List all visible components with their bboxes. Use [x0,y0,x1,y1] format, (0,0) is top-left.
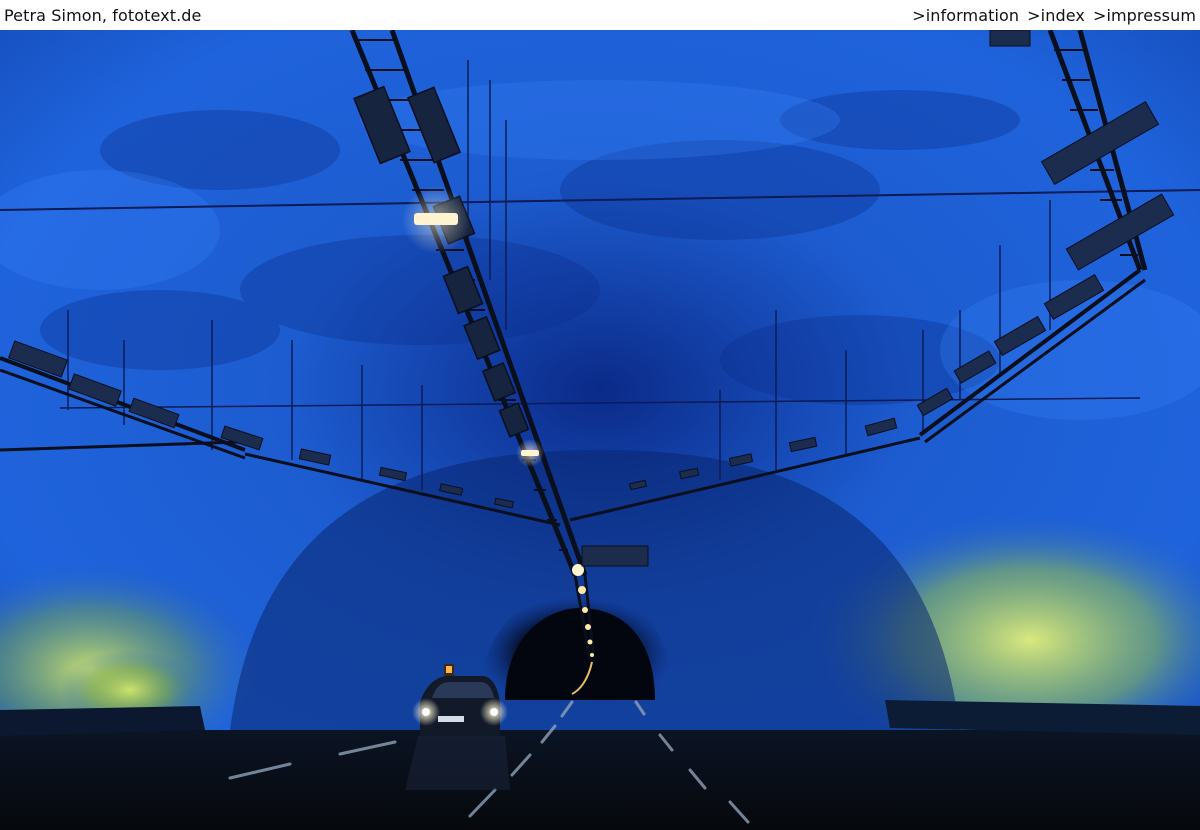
nav-link-impressum[interactable]: >impressum [1093,6,1196,25]
nav-link-information[interactable]: >information [912,6,1019,25]
site-title[interactable]: Petra Simon, fototext.de [4,6,202,25]
main-photo[interactable] [0,30,1200,830]
main-nav: >information >index >impressum [912,6,1196,25]
nav-link-index[interactable]: >index [1027,6,1085,25]
top-bar: Petra Simon, fototext.de >information >i… [0,0,1200,30]
overhead-sign [581,545,649,567]
road [0,730,1200,830]
tunnel-photo-svg [0,30,1200,830]
